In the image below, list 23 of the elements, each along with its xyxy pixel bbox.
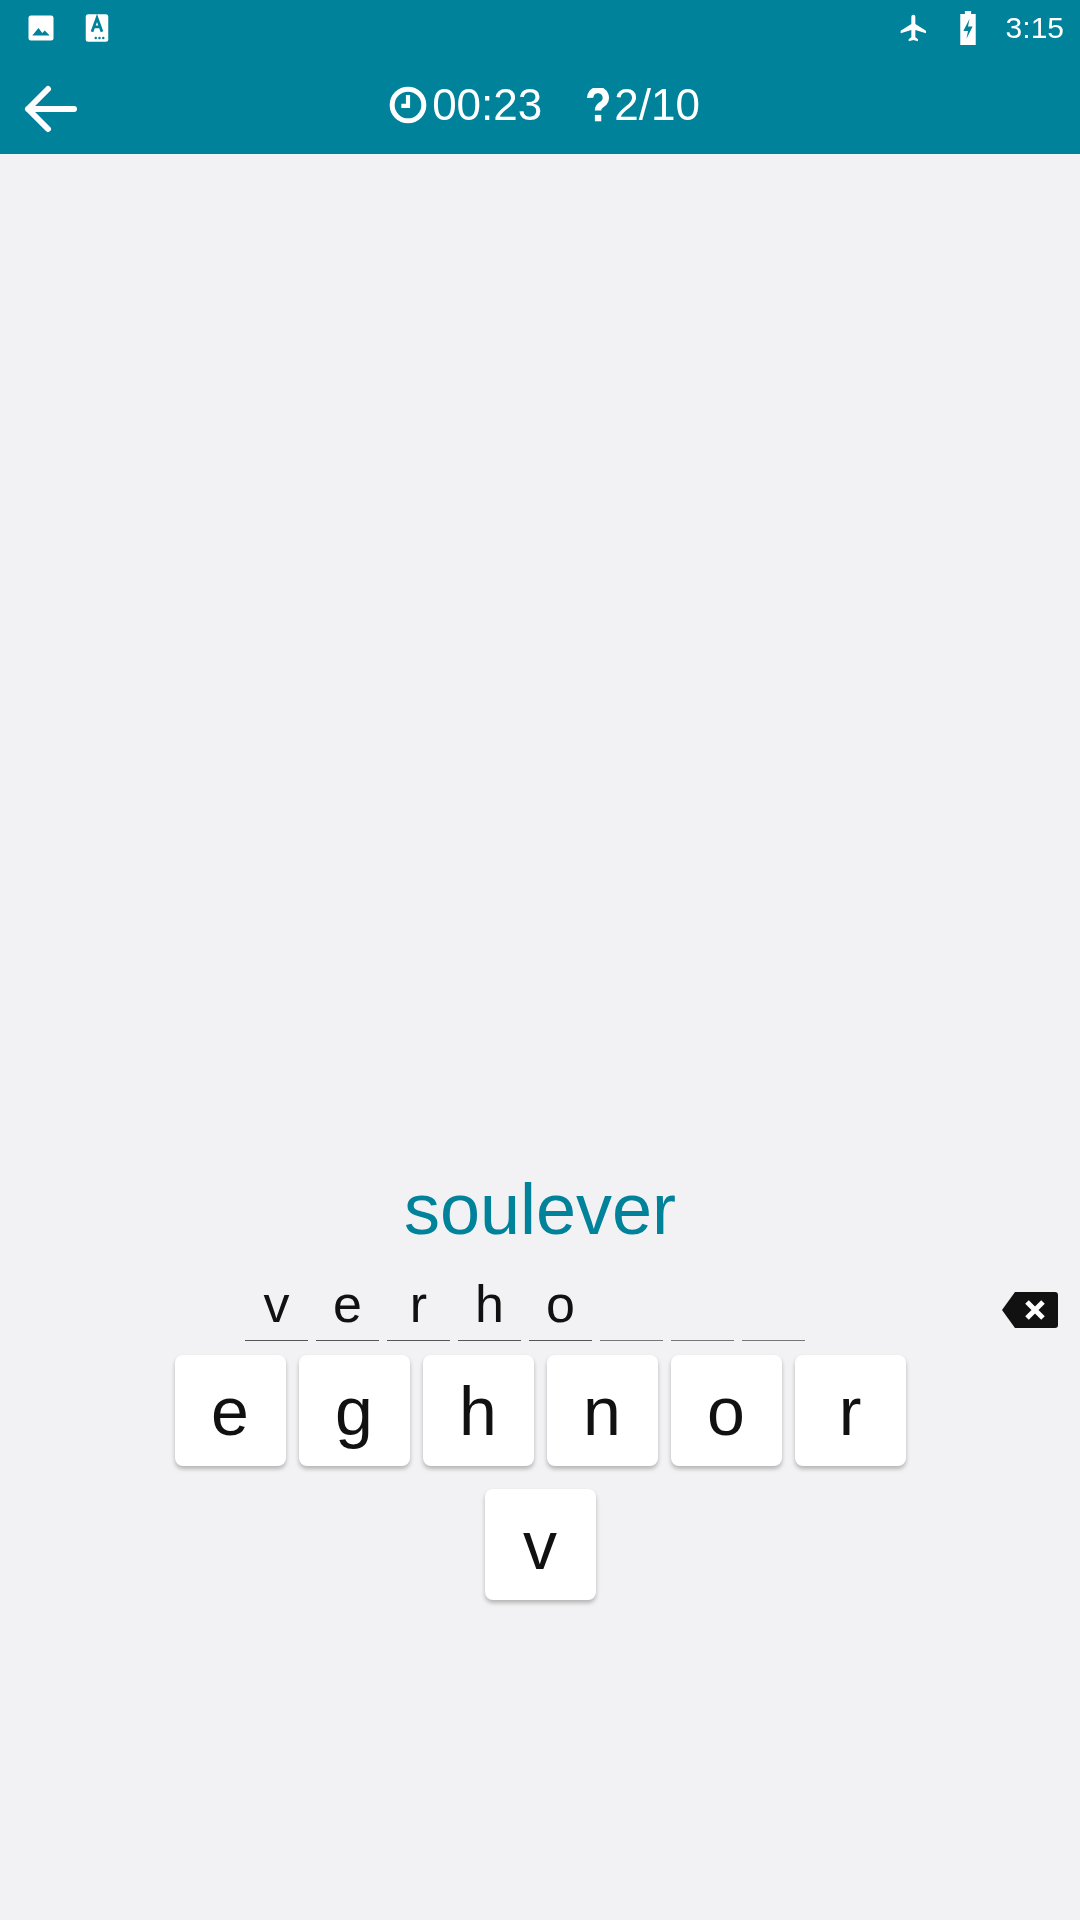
- letter-key[interactable]: o: [670, 1355, 782, 1466]
- question-mark-icon: [586, 88, 611, 122]
- answer-letter: e: [316, 1274, 379, 1341]
- prompt-word: soulever: [403, 1168, 677, 1251]
- letter-key[interactable]: v: [484, 1489, 596, 1600]
- back-arrow-icon[interactable]: [22, 84, 78, 134]
- battery-charging-icon: [957, 11, 978, 45]
- answer-letter: h: [458, 1274, 521, 1341]
- question-counter: 2/10: [614, 80, 700, 130]
- text-icon: [84, 13, 110, 43]
- clock-time: 3:15: [1005, 11, 1064, 45]
- letter-key[interactable]: n: [546, 1355, 658, 1466]
- letter-key[interactable]: h: [422, 1355, 534, 1466]
- letter-key[interactable]: r: [794, 1355, 906, 1466]
- image-icon: [26, 13, 56, 43]
- timer-text: 00:23: [432, 80, 543, 130]
- backspace-icon[interactable]: [1001, 1290, 1059, 1330]
- answer-letter: r: [387, 1274, 450, 1341]
- letter-key[interactable]: g: [298, 1355, 410, 1466]
- answer-letter: v: [245, 1274, 308, 1341]
- answer-letter: o: [529, 1274, 592, 1341]
- letter-key[interactable]: e: [174, 1355, 286, 1466]
- clock-icon: [388, 85, 429, 125]
